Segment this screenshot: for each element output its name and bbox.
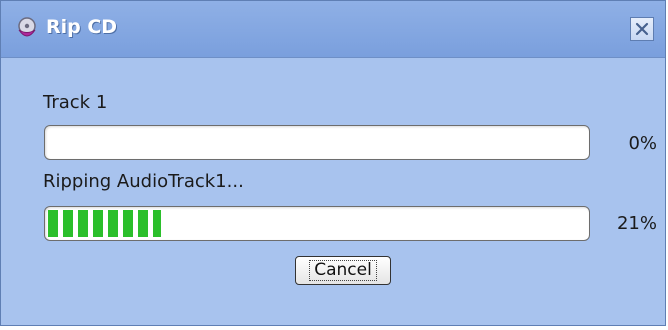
rip-progress-fill <box>48 210 161 237</box>
rip-cd-dialog: Rip CD Track 1 0% Ripping AudioTrack1...… <box>0 0 666 326</box>
cd-rip-icon <box>14 16 40 42</box>
rip-progress-bar <box>44 206 590 241</box>
rip-percent: 21% <box>616 213 657 234</box>
close-button[interactable] <box>630 17 654 41</box>
track-progress-bar <box>44 125 590 160</box>
title-bar[interactable]: Rip CD <box>1 1 665 58</box>
window-title: Rip CD <box>46 16 118 38</box>
track-percent: 0% <box>628 133 657 154</box>
close-icon <box>635 22 649 36</box>
rip-status-label: Ripping AudioTrack1... <box>43 171 244 192</box>
cancel-button[interactable]: Cancel <box>295 256 391 285</box>
track-label: Track 1 <box>43 92 108 113</box>
cancel-button-label: Cancel <box>309 260 377 281</box>
